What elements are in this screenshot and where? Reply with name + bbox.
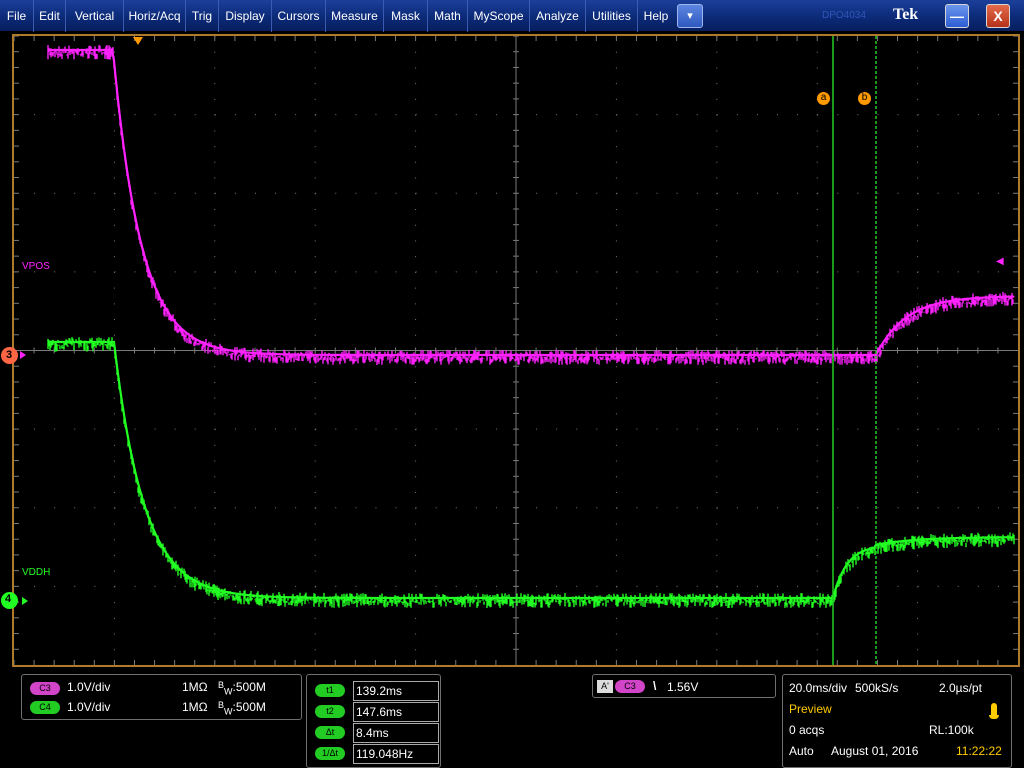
ch3-impedance: 1MΩ bbox=[182, 680, 208, 694]
trigger-slope-icon: \ bbox=[653, 679, 657, 693]
ch3-bandwidth: BW:500M bbox=[218, 680, 266, 696]
trigger-panel[interactable]: A' C3 \ 1.56V bbox=[592, 674, 776, 698]
date: August 01, 2016 bbox=[831, 744, 919, 758]
readout-area: C3 1.0V/div 1MΩ BW:500M C4 1.0V/div 1MΩ … bbox=[0, 668, 1024, 768]
time: 11:22:22 bbox=[956, 744, 1002, 758]
trigger-mode: Auto bbox=[789, 744, 814, 758]
cursor-freq-value: 119.048Hz bbox=[353, 744, 439, 764]
ch4-trace-label: VDDH bbox=[22, 567, 51, 578]
ch3-ground-marker[interactable]: 3 bbox=[1, 347, 18, 364]
cursor-t2-value: 147.6ms bbox=[353, 702, 439, 722]
graticule bbox=[13, 35, 1018, 665]
ch3-bw-sub: W bbox=[224, 686, 233, 697]
ch4-trace-body bbox=[48, 340, 1014, 600]
cursor-a-label[interactable]: a bbox=[817, 92, 830, 105]
trigger-source-badge: C3 bbox=[615, 680, 645, 693]
channel-settings-panel[interactable]: C3 1.0V/div 1MΩ BW:500M C4 1.0V/div 1MΩ … bbox=[21, 674, 302, 720]
cursor-t1-badge: t1 bbox=[315, 684, 345, 697]
timebase: 20.0ms/div bbox=[789, 681, 848, 695]
trigger-mode-badge: A' bbox=[597, 680, 613, 693]
ch3-bw-value: :500M bbox=[232, 680, 266, 694]
acq-count: 0 acqs bbox=[789, 723, 825, 737]
acquisition-panel[interactable]: 20.0ms/div 500kS/s 2.0µs/pt Preview 0 ac… bbox=[782, 674, 1012, 768]
resolution: 2.0µs/pt bbox=[939, 681, 982, 695]
cursor-t2-badge: t2 bbox=[315, 705, 345, 718]
record-length: RL:100k bbox=[929, 723, 974, 737]
cursor-t1-value: 139.2ms bbox=[353, 681, 439, 701]
ch3-badge[interactable]: C3 bbox=[30, 682, 60, 695]
cursor-delta-value: 8.4ms bbox=[353, 723, 439, 743]
ch4-bandwidth: BW:500M bbox=[218, 700, 266, 716]
ch3-scale: 1.0V/div bbox=[67, 680, 111, 694]
ch3-marker-number: 3 bbox=[6, 349, 13, 361]
traces bbox=[47, 45, 1015, 608]
cursor-readout-panel[interactable]: t1 139.2ms t2 147.6ms Δt 8.4ms 1/Δt 119.… bbox=[306, 674, 441, 768]
ch4-marker-number: 4 bbox=[5, 593, 12, 605]
ch4-ground-marker[interactable]: 4 bbox=[1, 592, 18, 609]
ch4-bw-value: :500M bbox=[232, 700, 266, 714]
acq-mode: Preview bbox=[789, 702, 832, 716]
cursor-freq-badge: 1/Δt bbox=[315, 747, 345, 760]
ch4-trace bbox=[47, 337, 1015, 608]
ch4-scale: 1.0V/div bbox=[67, 700, 111, 714]
sample-rate: 500kS/s bbox=[855, 681, 899, 695]
trigger-level: 1.56V bbox=[667, 680, 699, 694]
acq-status-icon-base bbox=[989, 715, 999, 719]
ch3-ground-arrow-icon bbox=[20, 351, 26, 359]
cursor-b-label[interactable]: b bbox=[858, 92, 871, 105]
cursor-delta-badge: Δt bbox=[315, 726, 345, 739]
trigger-level-icon[interactable]: ◀ bbox=[996, 256, 1004, 267]
ch4-impedance: 1MΩ bbox=[182, 700, 208, 714]
ch4-ground-arrow-icon bbox=[22, 597, 28, 605]
ch3-trace-label: VPOS bbox=[22, 261, 50, 272]
trigger-position-icon[interactable] bbox=[133, 37, 143, 45]
ch4-badge[interactable]: C4 bbox=[30, 701, 60, 714]
ch4-bw-sub: W bbox=[224, 706, 233, 717]
